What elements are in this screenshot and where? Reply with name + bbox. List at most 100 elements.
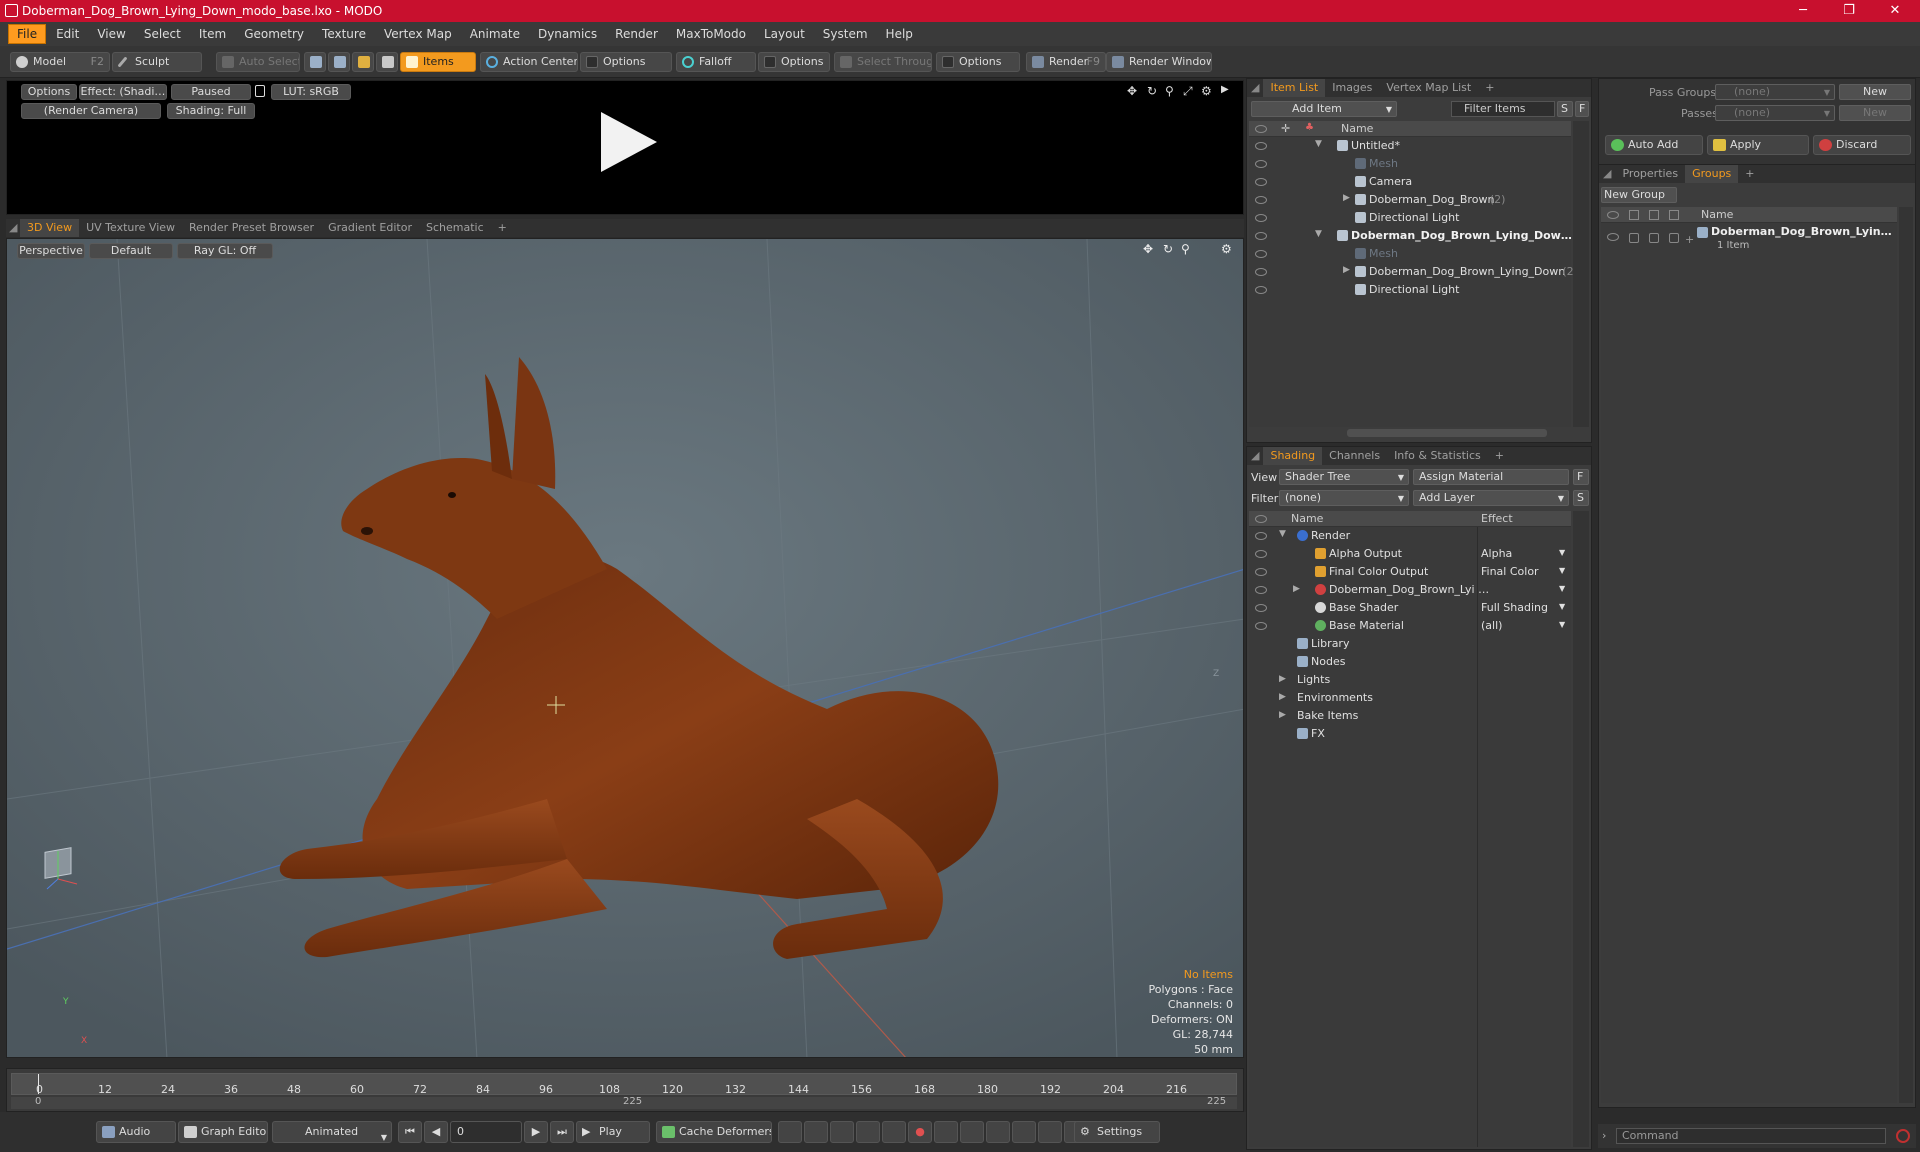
menu-geometry[interactable]: Geometry bbox=[236, 25, 312, 43]
tab-info-statistics[interactable]: Info & Statistics bbox=[1387, 447, 1488, 465]
collapse-arrow-icon[interactable]: ▼ bbox=[1315, 139, 1322, 149]
visibility-icon[interactable] bbox=[1255, 232, 1267, 240]
shader-row[interactable]: ▶ Bake Items bbox=[1249, 707, 1571, 725]
timeline[interactable]: 0 12 24 36 48 60 72 84 96 108 120 132 14… bbox=[6, 1068, 1244, 1112]
key-prev-button[interactable] bbox=[856, 1121, 880, 1143]
select-through-button[interactable]: Select Through bbox=[834, 52, 932, 72]
items-mode-button[interactable]: Items bbox=[400, 52, 476, 72]
falloff-options-button[interactable]: Options bbox=[758, 52, 830, 72]
tab-item-list[interactable]: Item List bbox=[1263, 79, 1326, 97]
select-toggle[interactable] bbox=[1669, 233, 1679, 243]
rotate-icon[interactable]: ↻ bbox=[1163, 242, 1173, 256]
tab-gradient-editor[interactable]: Gradient Editor bbox=[321, 219, 419, 237]
new-pass-button[interactable]: New bbox=[1839, 105, 1911, 121]
menu-animate[interactable]: Animate bbox=[462, 25, 528, 43]
menu-select[interactable]: Select bbox=[136, 25, 189, 43]
item-row[interactable]: Directional Light bbox=[1249, 209, 1571, 227]
menu-maxtomodo[interactable]: MaxToModo bbox=[668, 25, 754, 43]
tab-groups[interactable]: Groups bbox=[1685, 165, 1739, 183]
preview-paused-button[interactable]: Paused bbox=[171, 84, 251, 100]
select-options-button[interactable]: Options bbox=[936, 52, 1020, 72]
shading-scrollbar[interactable] bbox=[1573, 511, 1589, 1147]
next-frame-button[interactable]: ▶ bbox=[524, 1121, 548, 1143]
last-key-button[interactable] bbox=[986, 1121, 1010, 1143]
tab-shading[interactable]: Shading bbox=[1263, 447, 1323, 465]
menu-item[interactable]: Item bbox=[191, 25, 234, 43]
add-tab-button[interactable]: + bbox=[491, 219, 514, 237]
add-tab-button[interactable]: + bbox=[1478, 79, 1501, 97]
key-grid-button[interactable] bbox=[934, 1121, 958, 1143]
set-key-button[interactable] bbox=[882, 1121, 906, 1143]
item-row[interactable]: Directional Light bbox=[1249, 281, 1571, 299]
lut-button[interactable]: LUT: sRGB bbox=[271, 84, 351, 100]
render-window-button[interactable]: Render Window bbox=[1106, 52, 1212, 72]
assign-material-button[interactable]: Assign Material bbox=[1413, 469, 1569, 485]
auto-select-button[interactable]: Auto Select bbox=[216, 52, 300, 72]
item-row[interactable]: ▶ Doberman_Dog_Brown_Lying_Down (2) bbox=[1249, 263, 1578, 281]
shader-row[interactable]: FX bbox=[1249, 725, 1571, 743]
visibility-icon[interactable] bbox=[1255, 532, 1267, 540]
polygons-mode-button[interactable] bbox=[352, 52, 374, 72]
visibility-icon[interactable] bbox=[1255, 214, 1267, 222]
visibility-icon[interactable] bbox=[1255, 268, 1267, 276]
visibility-icon[interactable] bbox=[1255, 586, 1267, 594]
menu-texture[interactable]: Texture bbox=[314, 25, 374, 43]
passes-dropdown[interactable]: (none) ▼ bbox=[1715, 105, 1835, 121]
shading-s-button[interactable]: S bbox=[1573, 490, 1589, 506]
shader-row[interactable]: Nodes bbox=[1249, 653, 1571, 671]
effect-value[interactable]: Final Color bbox=[1481, 565, 1539, 578]
menu-view[interactable]: View bbox=[89, 25, 133, 43]
tab-vertex-map-list[interactable]: Vertex Map List bbox=[1379, 79, 1478, 97]
audio-button[interactable]: Audio bbox=[96, 1121, 176, 1143]
item-list-hscroll[interactable] bbox=[1347, 429, 1547, 437]
visibility-icon[interactable] bbox=[1255, 286, 1267, 294]
menu-system[interactable]: System bbox=[815, 25, 876, 43]
menu-file[interactable]: File bbox=[8, 24, 47, 44]
zoom-icon[interactable]: ⚲ bbox=[1181, 242, 1190, 256]
filter-items-input[interactable]: Filter Items bbox=[1451, 101, 1555, 117]
record-macro-icon[interactable] bbox=[1896, 1129, 1910, 1143]
visibility-icon[interactable] bbox=[1607, 233, 1619, 241]
key-loop-button[interactable] bbox=[1012, 1121, 1036, 1143]
lock-icon[interactable] bbox=[255, 85, 265, 97]
chevron-down-icon[interactable]: ▼ bbox=[1559, 602, 1565, 611]
tab-render-preset-browser[interactable]: Render Preset Browser bbox=[182, 219, 321, 237]
menu-vertex-map[interactable]: Vertex Map bbox=[376, 25, 460, 43]
model-mode-button[interactable]: Model F2 bbox=[10, 52, 110, 72]
gear-icon[interactable]: ⚙ bbox=[1221, 242, 1232, 256]
viewport-3d[interactable]: Perspective Default Ray GL: Off ✥ ↻ ⚲ ⚙ … bbox=[6, 238, 1244, 1058]
auto-add-button[interactable]: Auto Add bbox=[1605, 135, 1703, 155]
tab-images[interactable]: Images bbox=[1325, 79, 1379, 97]
tab-channels[interactable]: Channels bbox=[1322, 447, 1387, 465]
record-button[interactable]: ● bbox=[908, 1121, 932, 1143]
shader-row[interactable]: ▶ Doberman_Dog_Brown_Lyi … ▼ bbox=[1249, 581, 1571, 599]
gear-icon[interactable]: ⚙ bbox=[1201, 84, 1212, 98]
tab-3d-view[interactable]: 3D View bbox=[20, 219, 80, 237]
add-layer-dropdown[interactable]: Add Layer ▼ bbox=[1413, 490, 1569, 506]
maximize-view-icon[interactable]: ⤢ bbox=[1183, 84, 1193, 99]
vertices-mode-button[interactable] bbox=[304, 52, 326, 72]
tab-schematic[interactable]: Schematic bbox=[419, 219, 491, 237]
action-center-button[interactable]: Action Center bbox=[480, 52, 578, 72]
shader-row[interactable]: ▼ Render bbox=[1249, 527, 1571, 545]
command-input[interactable]: Command bbox=[1616, 1128, 1886, 1144]
collapse-arrow-icon[interactable]: ▼ bbox=[1279, 529, 1286, 539]
timeline-ruler[interactable]: 0 12 24 36 48 60 72 84 96 108 120 132 14… bbox=[11, 1073, 1237, 1096]
shading-button[interactable]: Shading: Full bbox=[167, 103, 255, 119]
preview-options-button[interactable]: Options bbox=[21, 84, 77, 100]
group-row[interactable]: + Doberman_Dog_Brown_Lyin… 1 Item bbox=[1601, 225, 1897, 255]
shading-f-button[interactable]: F bbox=[1573, 469, 1589, 485]
filter-f-button[interactable]: F bbox=[1575, 101, 1589, 117]
visibility-icon[interactable] bbox=[1255, 568, 1267, 576]
prev-key-button[interactable] bbox=[830, 1121, 854, 1143]
go-end-button[interactable]: ⏭ bbox=[550, 1121, 574, 1143]
visibility-icon[interactable] bbox=[1255, 604, 1267, 612]
effect-value[interactable]: (all) bbox=[1481, 619, 1502, 632]
discard-button[interactable]: Discard bbox=[1813, 135, 1911, 155]
play-button[interactable]: ▶ Play bbox=[576, 1121, 650, 1143]
visibility-icon[interactable] bbox=[1255, 250, 1267, 258]
play-icon[interactable] bbox=[591, 108, 661, 176]
render-camera-button[interactable]: (Render Camera) bbox=[21, 103, 161, 119]
range-slider[interactable]: 0 225 225 bbox=[11, 1096, 1237, 1109]
sculpt-mode-button[interactable]: Sculpt bbox=[112, 52, 202, 72]
